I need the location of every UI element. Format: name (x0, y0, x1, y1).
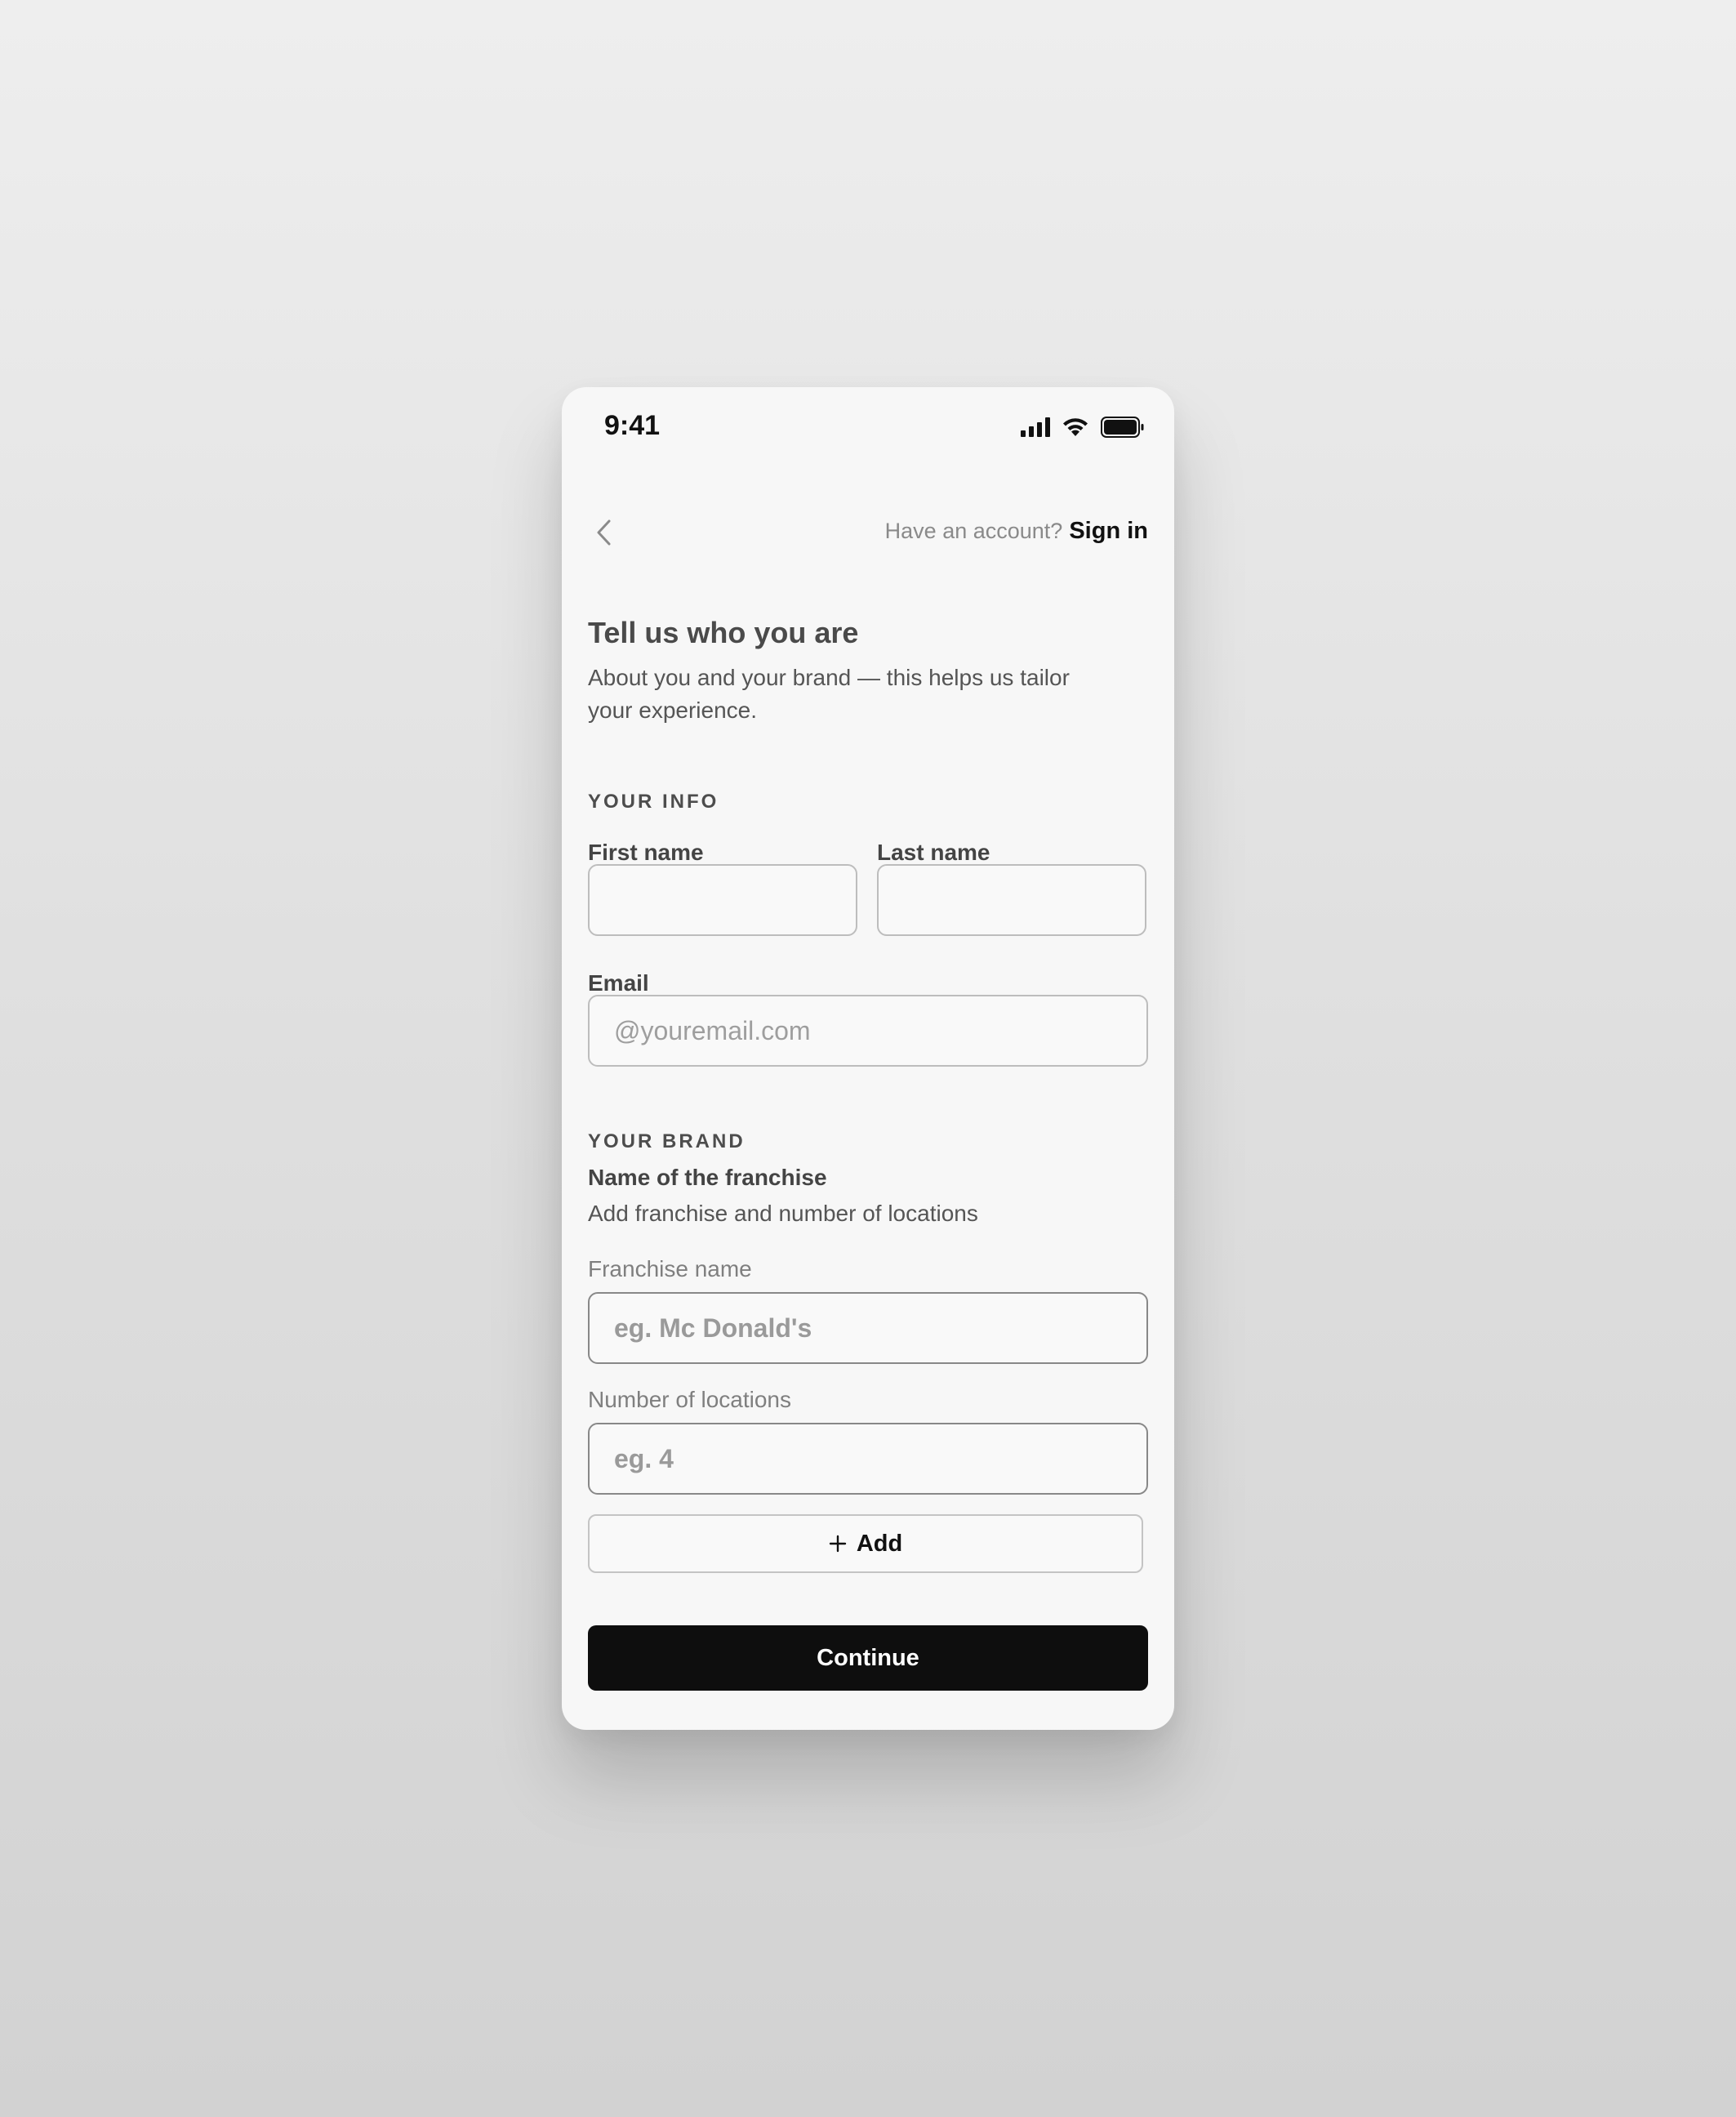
section-label-your-brand: YOUR BRAND (588, 1130, 746, 1152)
sign-in-link[interactable]: Sign in (1069, 518, 1148, 545)
continue-button[interactable]: Continue (588, 1625, 1148, 1691)
email-label: Email (588, 970, 649, 996)
last-name-label: Last name (877, 840, 990, 865)
franchise-subtext: Add franchise and number of locations (588, 1201, 978, 1226)
first-name-label: First name (588, 840, 704, 865)
plus-icon (829, 1535, 847, 1553)
phone-screen: 9:41 Have an account? Sign in Tell us wh… (562, 387, 1174, 1730)
add-button-label: Add (856, 1530, 903, 1557)
back-button[interactable] (586, 515, 622, 550)
wifi-icon (1063, 418, 1088, 436)
page-title: Tell us who you are (588, 616, 859, 649)
franchise-name-input[interactable] (588, 1292, 1148, 1364)
add-franchise-button[interactable]: Add (588, 1514, 1143, 1573)
battery-icon (1101, 417, 1144, 438)
first-name-input[interactable] (588, 864, 857, 936)
section-label-your-info: YOUR INFO (588, 791, 719, 813)
cellular-signal-icon (1021, 417, 1050, 437)
locations-input[interactable] (588, 1423, 1148, 1495)
status-icons (1021, 417, 1145, 438)
status-time: 9:41 (604, 410, 661, 441)
page-subtitle: About you and your brand — this helps us… (588, 665, 1070, 723)
account-prompt-row: Have an account? Sign in (885, 518, 1148, 545)
locations-label: Number of locations (588, 1387, 792, 1412)
continue-button-label: Continue (817, 1644, 919, 1671)
last-name-input[interactable] (877, 864, 1146, 936)
email-input[interactable] (588, 995, 1148, 1067)
account-prompt-text: Have an account? (884, 519, 1063, 543)
franchise-heading: Name of the franchise (588, 1165, 827, 1190)
franchise-name-label: Franchise name (588, 1256, 752, 1281)
chevron-left-icon (597, 519, 611, 546)
